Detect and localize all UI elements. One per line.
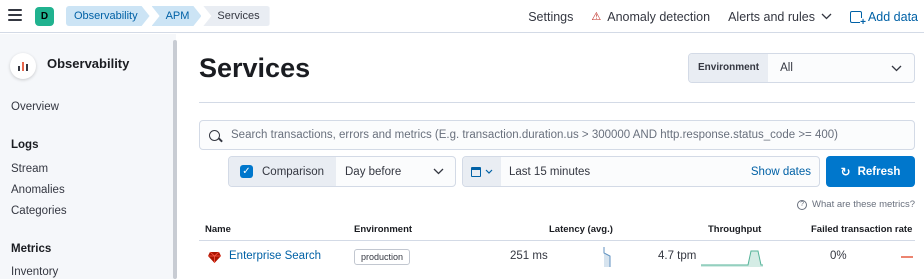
throughput-value: 4.7 tpm <box>658 250 697 262</box>
breadcrumb: Observability APM Services <box>66 6 272 26</box>
environment-badge: production <box>354 249 411 265</box>
throughput-sparkline <box>701 250 763 267</box>
latency-value: 251 ms <box>510 250 548 262</box>
menu-icon[interactable] <box>8 9 22 23</box>
sidebar-item-stream[interactable]: Stream <box>11 163 48 175</box>
column-header-failed-rate[interactable]: Failed transaction rate <box>811 224 912 235</box>
sidebar-item-inventory[interactable]: Inventory <box>11 266 58 278</box>
chevron-down-icon <box>891 65 902 71</box>
comparison-select[interactable]: ✓ Comparison Day before <box>228 156 456 187</box>
latency-sparkline <box>603 247 611 267</box>
sidebar-heading-metrics: Metrics <box>11 243 52 255</box>
chevron-down-icon <box>433 168 444 175</box>
sidebar-heading-logs: Logs <box>11 139 39 151</box>
service-name-link[interactable]: Enterprise Search <box>229 250 321 262</box>
chevron-down-icon <box>485 169 493 174</box>
calendar-icon <box>471 166 481 177</box>
failed-rate-sparkline <box>901 256 913 258</box>
table-divider <box>199 240 915 241</box>
search-input[interactable]: Search transactions, errors and metrics … <box>199 120 915 150</box>
quick-select-button[interactable] <box>463 157 501 186</box>
sidebar-scrollbar[interactable] <box>173 40 177 279</box>
breadcrumb-services: Services <box>203 6 270 26</box>
date-picker: Last 15 minutes Show dates <box>462 156 820 187</box>
comparison-label: Comparison <box>262 165 324 178</box>
search-icon <box>209 129 220 141</box>
refresh-label: Refresh <box>857 165 901 178</box>
environment-value: All <box>780 62 793 74</box>
anomaly-detection-label: Anomaly detection <box>607 9 711 24</box>
alerts-and-rules-dropdown[interactable]: Alerts and rules <box>728 10 832 24</box>
environment-label: Environment <box>689 54 769 82</box>
metrics-help-label: What are these metrics? <box>812 199 915 210</box>
search-placeholder: Search transactions, errors and metrics … <box>231 129 838 141</box>
settings-link[interactable]: Settings <box>528 10 573 24</box>
settings-label: Settings <box>528 9 574 24</box>
ruby-icon <box>208 251 221 263</box>
space-avatar[interactable]: D <box>35 7 54 26</box>
add-data-icon <box>849 10 866 28</box>
divider <box>199 102 915 103</box>
page-title: Services <box>199 53 311 83</box>
question-icon: ? <box>797 199 808 210</box>
sidebar-item-overview[interactable]: Overview <box>11 101 59 113</box>
column-header-name[interactable]: Name <box>205 224 231 235</box>
observability-logo-icon <box>10 53 36 79</box>
comparison-checkbox-check-icon[interactable]: ✓ <box>240 165 253 178</box>
column-header-latency[interactable]: Latency (avg.) <box>549 224 613 235</box>
sidebar-item-categories[interactable]: Categories <box>11 205 67 217</box>
metrics-help-link[interactable]: ? What are these metrics? <box>797 199 915 210</box>
column-header-throughput[interactable]: Throughput <box>708 224 761 235</box>
comparison-toggle[interactable]: ✓ Comparison <box>229 157 336 186</box>
date-range-text[interactable]: Last 15 minutes <box>509 166 751 178</box>
failed-rate-value: 0% <box>830 250 847 262</box>
anomaly-detection-link[interactable]: ⚠ Anomaly detection <box>591 10 710 24</box>
top-header: D Observability APM Services Settings ⚠ … <box>0 0 924 33</box>
alerts-and-rules-label: Alerts and rules <box>728 9 815 24</box>
refresh-icon: ↻ <box>840 164 851 179</box>
breadcrumb-observability[interactable]: Observability <box>66 6 150 26</box>
add-data-link[interactable]: Add data <box>849 9 918 28</box>
breadcrumb-apm[interactable]: APM <box>152 6 202 26</box>
sidebar-item-anomalies[interactable]: Anomalies <box>11 184 65 196</box>
add-data-label: Add data <box>867 9 918 24</box>
header-links: Settings ⚠ Anomaly detection Alerts and … <box>528 0 924 33</box>
refresh-button[interactable]: ↻ Refresh <box>826 156 915 187</box>
sidebar-title: Observability <box>47 56 130 71</box>
comparison-value: Day before <box>345 165 402 178</box>
chevron-down-icon <box>821 13 832 20</box>
warning-icon: ⚠ <box>591 11 602 23</box>
column-header-environment[interactable]: Environment <box>354 224 412 235</box>
show-dates-link[interactable]: Show dates <box>751 166 811 178</box>
environment-select[interactable]: Environment All <box>688 53 915 83</box>
